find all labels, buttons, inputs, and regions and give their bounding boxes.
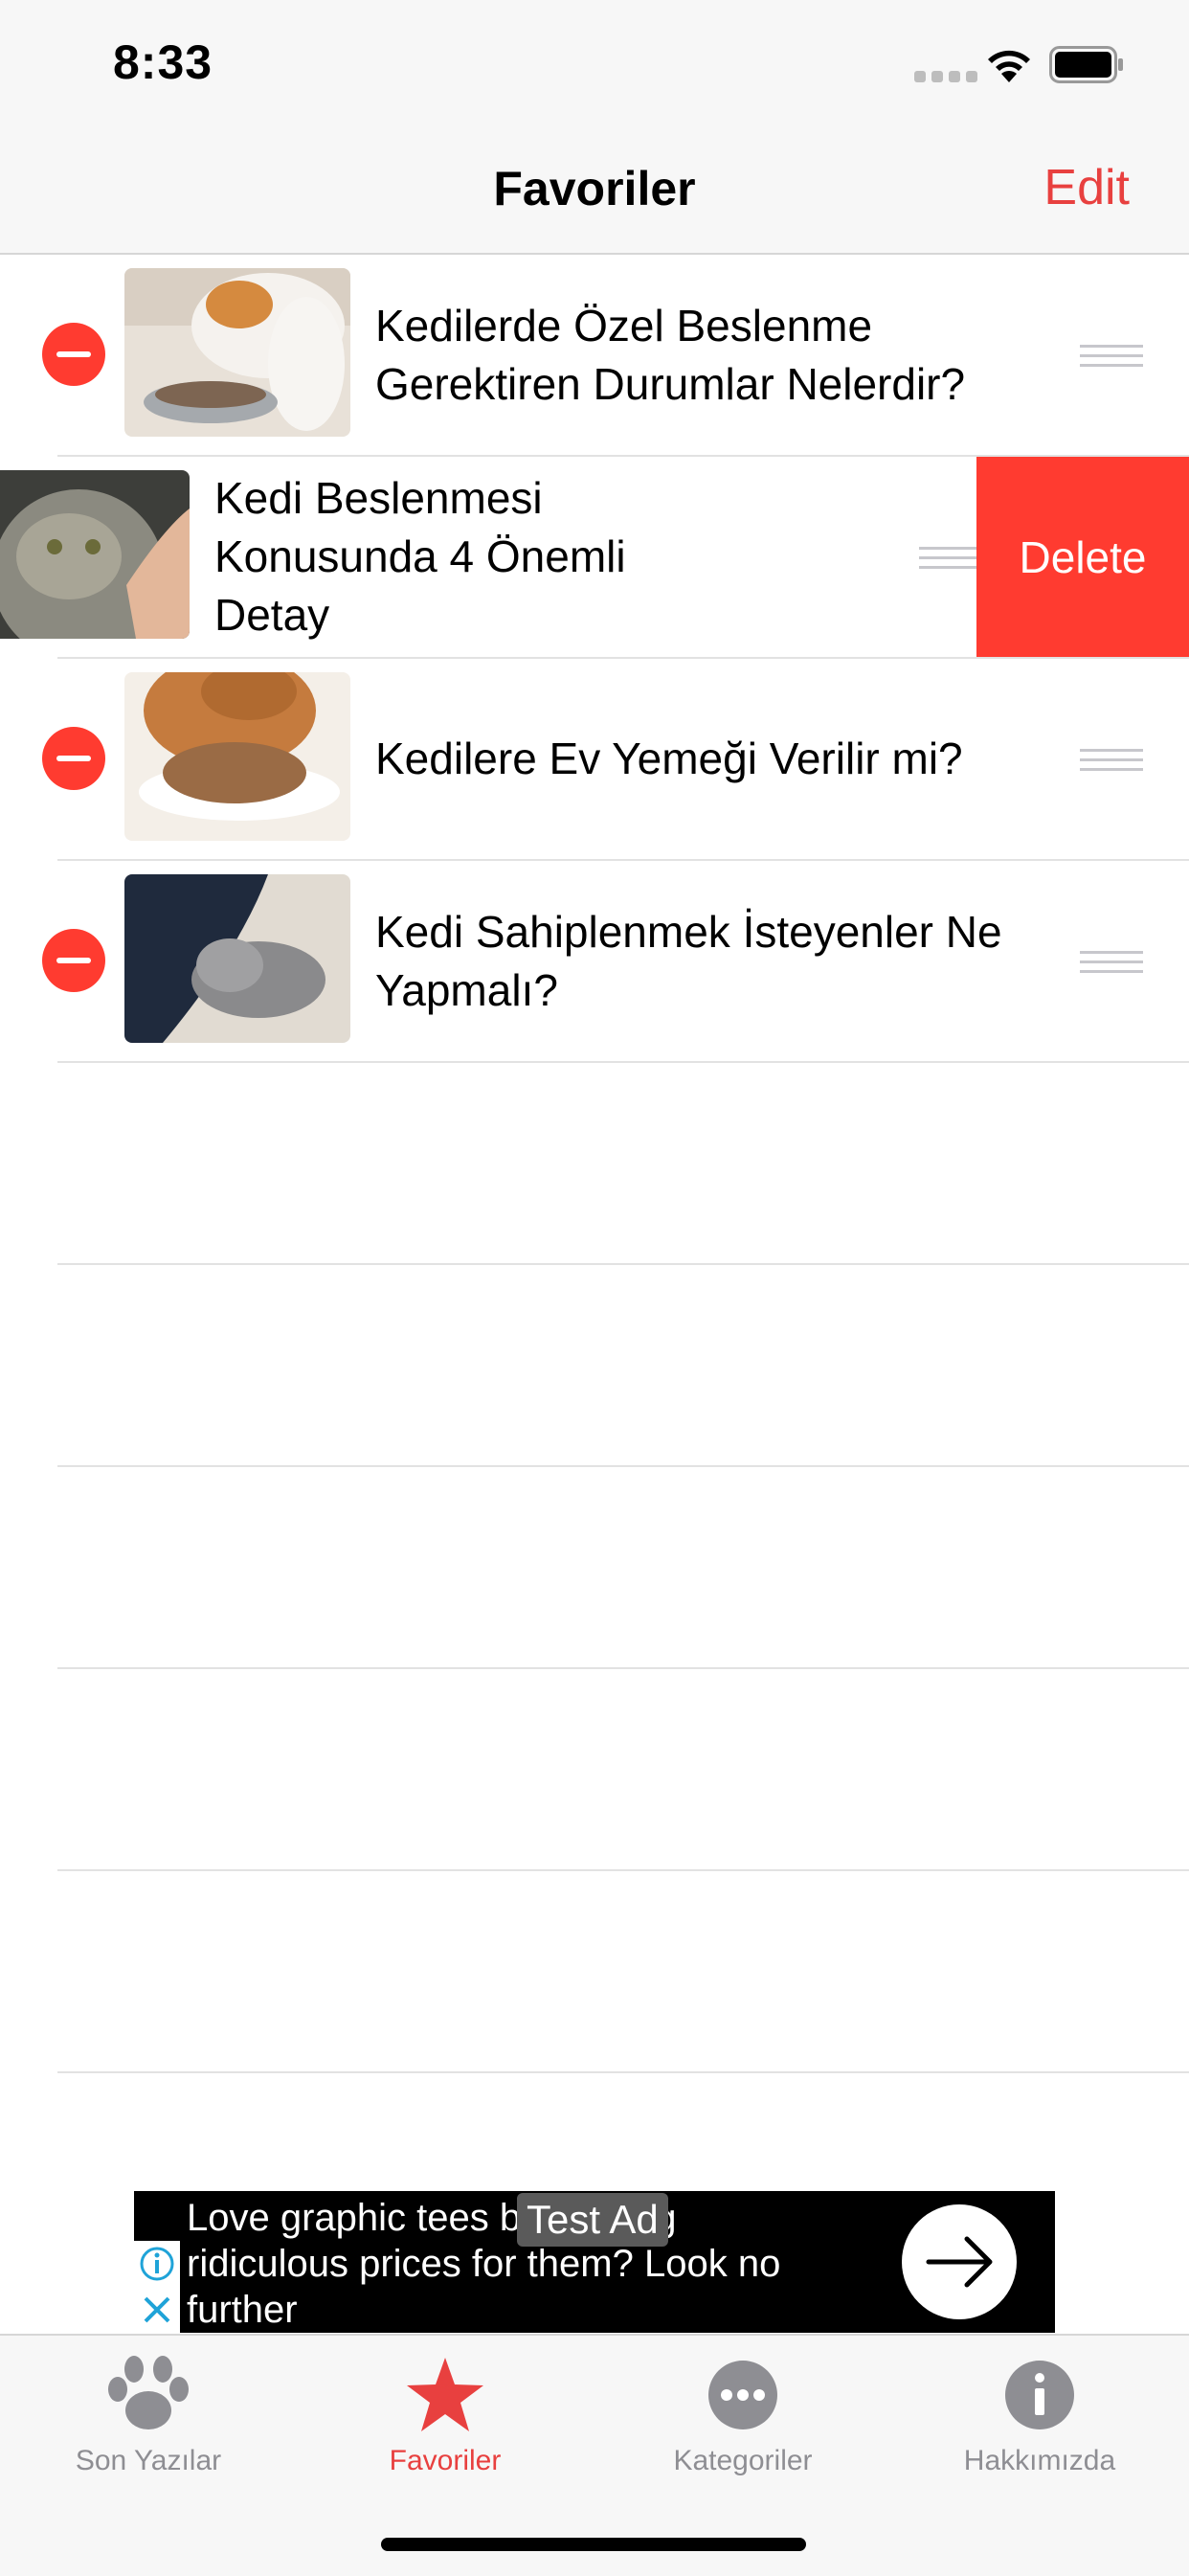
tab-label: Son Yazılar (75, 2445, 222, 2476)
empty-row (57, 1467, 1189, 1669)
home-indicator[interactable] (381, 2538, 806, 2551)
empty-row (57, 1063, 1189, 1265)
remove-minus-icon[interactable] (42, 929, 105, 992)
cellular-signal-icon (914, 71, 977, 82)
list-item[interactable]: Kedilere Ev Yemeği Verilir mi? (0, 659, 1189, 861)
list-item[interactable]: Kedi Sahiplenmek İsteyenler Ne Yapmalı? (0, 861, 1189, 1063)
wifi-icon (988, 50, 1030, 82)
article-title: Kedilere Ev Yemeği Verilir mi? (375, 734, 963, 783)
article-thumbnail (124, 268, 350, 437)
list-item[interactable]: Kedilerde Özel Beslenme Gerektiren Durum… (0, 255, 1189, 457)
empty-row (57, 1871, 1189, 2073)
reorder-handle-icon[interactable] (919, 547, 982, 576)
tab-label: Favoriler (389, 2445, 502, 2476)
article-title: Kedilerde Özel Beslenme Gerektiren Durum… (375, 300, 966, 409)
article-title: Kedi Beslenmesi Konusunda 4 Önemli Detay (214, 473, 626, 640)
remove-minus-icon[interactable] (42, 727, 105, 790)
article-thumbnail (124, 672, 350, 841)
ad-arrow-icon[interactable] (902, 2204, 1017, 2319)
article-thumbnail (124, 874, 350, 1043)
battery-icon (1049, 46, 1123, 83)
ad-text: Love graphic tees but paying ridiculous … (187, 2197, 781, 2331)
tab-son-yazilar[interactable]: Son Yazılar (29, 2351, 268, 2477)
empty-row (57, 1669, 1189, 1871)
ad-info-panel[interactable] (134, 2241, 180, 2333)
status-bar: 8:33 (0, 0, 1189, 134)
list-item[interactable]: Kedi Beslenmesi Konusunda 4 Önemli Detay… (0, 457, 1189, 659)
remove-minus-icon[interactable] (42, 323, 105, 386)
more-icon (623, 2351, 863, 2439)
delete-button[interactable]: Delete (976, 457, 1189, 657)
ad-choices-icon[interactable] (134, 2241, 180, 2333)
tab-favoriler[interactable]: Favoriler (325, 2351, 565, 2477)
star-icon (325, 2351, 565, 2439)
ad-banner[interactable]: Love graphic tees but paying ridiculous … (134, 2191, 1055, 2333)
page-title: Favoriler (493, 162, 696, 215)
paw-icon (29, 2351, 268, 2439)
empty-row (57, 1265, 1189, 1467)
favorites-list: Kedilerde Özel Beslenme Gerektiren Durum… (0, 255, 1189, 2073)
article-title: Kedi Sahiplenmek İsteyenler Ne Yapmalı? (375, 906, 1002, 1015)
reorder-handle-icon[interactable] (1080, 749, 1143, 778)
tab-hakkimizda[interactable]: Hakkımızda (920, 2351, 1159, 2477)
reorder-handle-icon[interactable] (1080, 345, 1143, 373)
tab-kategoriler[interactable]: Kategoriler (623, 2351, 863, 2477)
test-ad-label: Test Ad (517, 2193, 668, 2247)
article-thumbnail (0, 470, 190, 639)
info-icon (920, 2351, 1159, 2439)
tab-label: Kategoriler (673, 2445, 813, 2476)
edit-button[interactable]: Edit (1043, 159, 1130, 216)
tab-label: Hakkımızda (963, 2445, 1116, 2476)
status-time: 8:33 (113, 35, 213, 89)
navigation-bar: Favoriler Edit (0, 134, 1189, 255)
reorder-handle-icon[interactable] (1080, 951, 1143, 980)
